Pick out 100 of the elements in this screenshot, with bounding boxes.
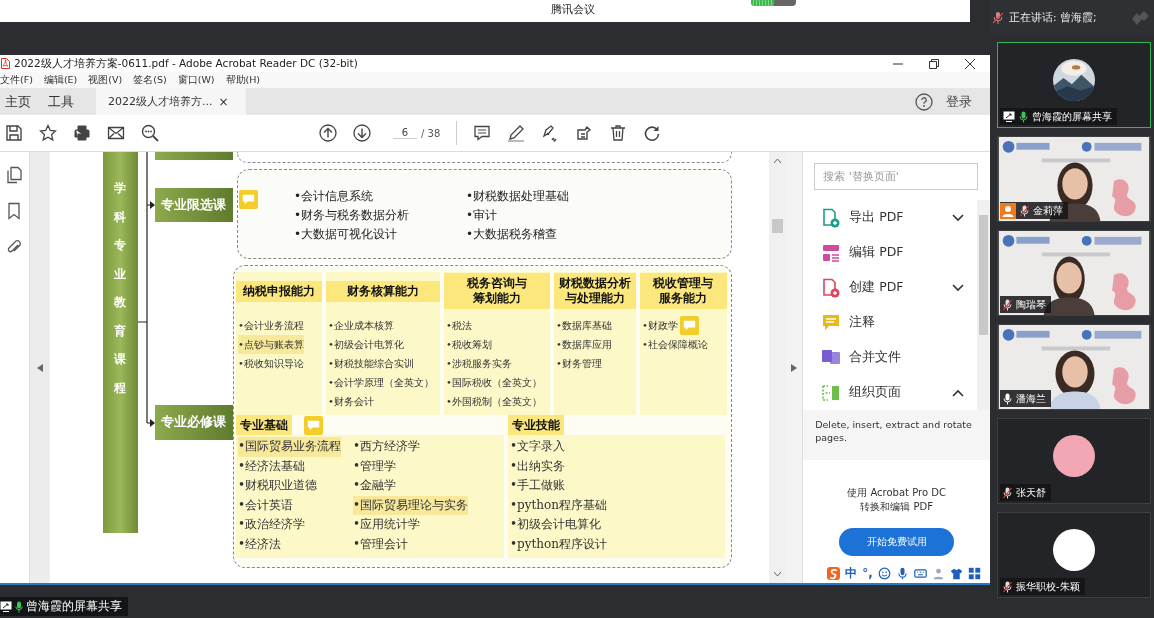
close-icon[interactable] [964,57,976,70]
comment-icon[interactable] [473,124,492,142]
tool-description: Delete, insert, extract and rotate pages. [815,418,973,444]
chevron-up-icon[interactable] [952,388,964,397]
course-item: •涉税服务实务 [445,357,512,371]
course-item: •财政学 [641,319,678,333]
stamp-icon[interactable] [575,124,594,142]
restore-icon[interactable] [928,57,940,70]
course-item: •手工做账 [509,477,566,494]
input-method-logo-icon[interactable] [827,566,841,580]
name-label: 陶瑞琴 [1000,296,1051,313]
scroll-up-icon[interactable] [774,158,782,163]
course-item: •应用统计学 [352,516,421,533]
menu-item[interactable]: 帮助(H) [225,73,261,87]
page-number-field[interactable]: 6 [393,127,417,139]
free-trial-button[interactable]: 开始免费试用 [839,528,955,556]
menu-item[interactable]: 签名(S) [133,73,167,87]
rotate-icon[interactable] [643,124,662,142]
course-item: •外国税制（全英文） [445,395,542,409]
speaking-indicator: 正在讲话: 曾海霞; [1009,10,1097,25]
section-title: 专业基础 [235,414,292,436]
print-icon[interactable] [73,124,91,142]
help-icon[interactable] [915,92,933,111]
pages-icon[interactable] [6,166,23,184]
menu-item[interactable]: 编辑(E) [43,73,78,87]
input-language-toggle[interactable]: 中 [845,564,858,582]
participant-tile[interactable]: 曾海霞的屏幕共享 [997,42,1151,128]
participant-tile[interactable]: 张天舒 [997,418,1151,504]
participant-tile[interactable]: 潘海兰 [997,324,1151,410]
course-item: •政治经济学 [237,516,306,533]
course-item: •财税职业道德 [237,477,318,494]
scroll-thumb[interactable] [772,219,784,233]
course-item: •python程序基础 [509,496,607,514]
course-item: •大数据税务稽查 [465,226,559,243]
app-title: 腾讯会议 [551,2,595,18]
course-item: •初级会计电算化 [327,338,404,352]
promo-text: 转换和编辑 PDF [860,500,933,514]
login-link[interactable]: 登录 [946,92,972,111]
keyboard-icon[interactable] [913,566,927,580]
delete-icon[interactable] [609,124,628,142]
tool-item[interactable]: 编辑 PDF [803,235,977,270]
scrollbar[interactable] [977,200,990,410]
participant-tile[interactable]: 陶瑞琴 [997,230,1151,316]
section-title: 专业技能 [507,414,564,436]
course-item: •企业成本核算 [327,319,394,333]
participant-tile[interactable]: 振华职校-朱颖 [997,512,1151,598]
name-label: 潘海兰 [1000,390,1051,407]
tool-item[interactable]: 注释 [803,305,977,340]
category-label: 学科专业教育课程 [114,180,127,397]
previous-page-icon[interactable] [319,124,337,142]
pen-icon[interactable] [507,124,526,142]
course-item: •审计 [465,207,499,224]
expand-arrow-icon[interactable] [791,363,798,372]
mail-icon[interactable] [107,124,125,142]
next-page-icon[interactable] [353,124,371,142]
scroll-down-icon[interactable] [774,572,782,577]
category-box: 专业必修课 [154,405,233,440]
star-icon[interactable] [39,124,57,142]
tool-item[interactable]: 创建 PDF [803,270,977,305]
window-title: 2022级人才培养方案-0611.pdf - Adobe Acrobat Reader DC (32-bit) [14,56,358,71]
chevron-down-icon[interactable] [952,283,964,292]
menu-item[interactable]: 窗口(W) [177,73,215,87]
scrollbar[interactable] [769,152,787,583]
zoom-icon[interactable] [141,124,159,142]
participant-tile[interactable]: 金莉萍 [997,136,1151,222]
course-item: •大数据可视化设计 [293,226,399,243]
course-item: •财税数据处理基础 [465,188,570,205]
name-label: 张天舒 [1000,484,1051,501]
tab[interactable]: 2022级人才培养方... × [96,88,246,115]
toolbox-icon[interactable] [967,566,981,580]
menu-item[interactable]: 视图(V) [88,73,123,87]
course-item: •财务与税务数据分析 [293,207,411,224]
tool-item[interactable]: 导出 PDF [803,200,977,235]
course-item: •会计学原理（全英文） [327,376,434,390]
ability-title: 税务咨询与筹划能力 [465,276,528,306]
punctuation-toggle[interactable]: °, [862,566,873,580]
save-icon[interactable] [5,124,23,142]
logo-icon [1130,9,1150,26]
tab[interactable]: 工具 [43,88,82,115]
search-field[interactable]: 搜索 '替换页面' [814,163,978,190]
course-item: •python程序设计 [509,535,607,553]
shirt-icon[interactable] [949,566,963,580]
course-item: •管理会计 [352,535,409,553]
tool-item[interactable]: 组织页面 [803,375,977,410]
microphone-icon[interactable] [895,566,909,580]
bookmark-icon[interactable] [6,202,23,220]
ability-title: 财税数据分析与处理能力 [557,276,632,306]
course-item: •西方经济学 [352,438,421,455]
ability-title: 财务核算能力 [346,283,419,299]
collapse-arrow-icon[interactable] [36,363,43,372]
ability-title: 税收管理与服务能力 [652,276,715,306]
chevron-down-icon[interactable] [952,213,964,222]
name-label: 曾海霞的屏幕共享 [1000,108,1117,125]
tool-item[interactable]: 合并文件 [803,340,977,375]
promo-text: 使用 Acrobat Pro DC [847,486,946,500]
emoji-icon[interactable] [877,566,891,580]
tab[interactable]: 主页 [0,88,39,115]
course-item: •会计英语 [237,496,294,514]
course-item: •会计信息系统 [293,188,375,205]
menu-item[interactable]: 文件(F) [0,73,33,87]
